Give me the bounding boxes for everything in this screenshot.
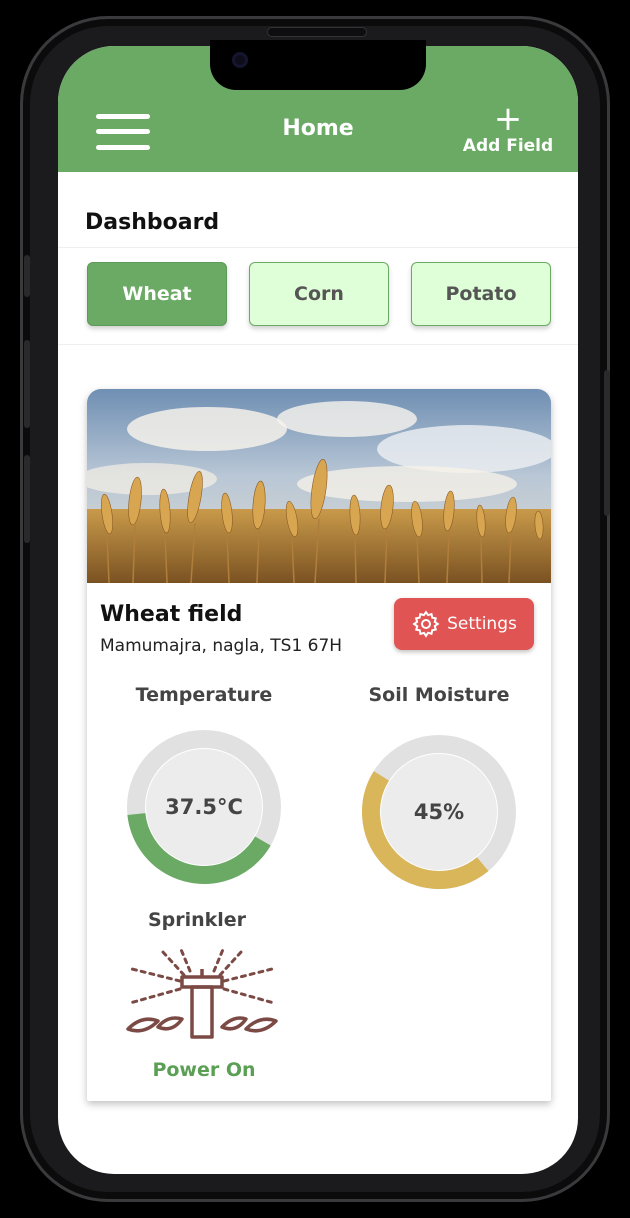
field-card: Wheat field Mamumajra, nagla, TS1 67H Se… <box>87 389 551 1101</box>
earpiece-speaker <box>268 28 366 36</box>
divider <box>58 247 578 248</box>
dashboard-heading: Dashboard <box>85 210 220 235</box>
temperature-label: Temperature <box>135 684 273 706</box>
plus-icon: + <box>493 99 523 139</box>
temperature-value: 37.5°C <box>165 795 243 819</box>
phone-side-button <box>24 255 30 297</box>
front-camera <box>232 52 248 68</box>
field-address: Mamumajra, nagla, TS1 67H <box>100 636 343 656</box>
tab-corn[interactable]: Corn <box>249 262 389 326</box>
divider <box>58 344 578 345</box>
soil-moisture-gauge: 45% <box>359 732 519 892</box>
add-field-button[interactable]: + Add Field <box>460 99 556 156</box>
phone-power-button <box>604 370 610 516</box>
tab-potato[interactable]: Potato <box>411 262 551 326</box>
settings-label: Settings <box>447 614 517 634</box>
sprinkler-label: Sprinkler <box>147 909 247 931</box>
app-screen: Home + Add Field Dashboard Wheat Corn Po… <box>58 46 578 1174</box>
sprinkler-icon[interactable] <box>122 945 282 1045</box>
wheat-field-image <box>87 389 551 583</box>
gear-icon <box>412 610 440 638</box>
field-name: Wheat field <box>100 602 243 627</box>
add-field-label: Add Field <box>462 136 554 156</box>
soil-moisture-label: Soil Moisture <box>368 684 510 706</box>
phone-volume-down-button <box>24 455 30 543</box>
temperature-gauge: 37.5°C <box>124 727 284 887</box>
tab-wheat[interactable]: Wheat <box>87 262 227 326</box>
settings-button[interactable]: Settings <box>394 598 534 650</box>
soil-moisture-value: 45% <box>413 800 465 824</box>
phone-volume-up-button <box>24 340 30 428</box>
sprinkler-status: Power On <box>152 1059 256 1081</box>
